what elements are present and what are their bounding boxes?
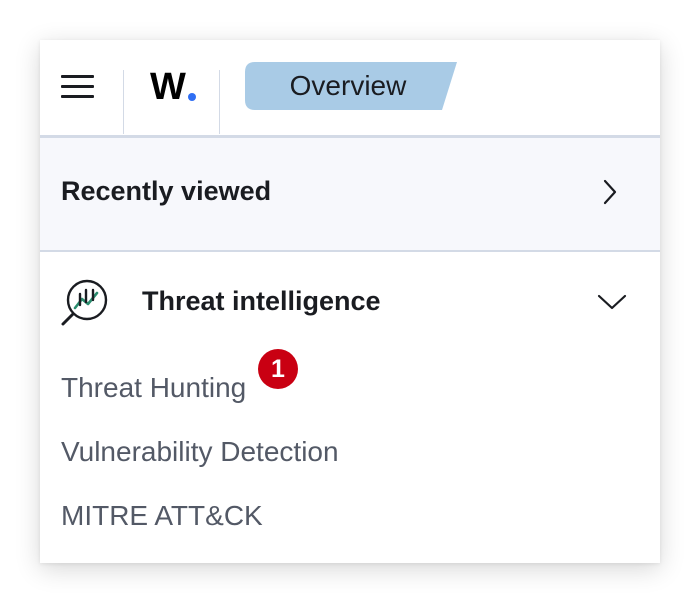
nav-item-label: MITRE ATT&CK xyxy=(61,500,263,531)
wazuh-logo[interactable]: W xyxy=(148,64,198,110)
nav-item-mitre-attack[interactable]: MITRE ATT&CK xyxy=(61,500,263,532)
notification-badge: 1 xyxy=(258,349,298,389)
logo-letter: W xyxy=(150,66,186,108)
recently-viewed-label: Recently viewed xyxy=(61,176,272,206)
threat-intelligence-label: Threat intelligence xyxy=(142,286,381,316)
menu-toggle-button[interactable] xyxy=(52,64,102,110)
chevron-down-icon xyxy=(597,294,627,310)
navigation-panel: W Overview Recently viewed Threat intell… xyxy=(40,40,660,563)
nav-item-threat-hunting[interactable]: Threat Hunting xyxy=(61,372,246,404)
nav-item-label: Threat Hunting xyxy=(61,372,247,403)
recently-viewed-section[interactable]: Recently viewed xyxy=(40,138,660,252)
header-divider xyxy=(123,70,124,134)
threat-intelligence-icon xyxy=(61,279,108,326)
menu-bar xyxy=(61,85,94,88)
logo-dot xyxy=(188,93,196,101)
chevron-right-icon xyxy=(603,179,617,205)
breadcrumb-overview[interactable]: Overview xyxy=(245,62,457,110)
menu-bar xyxy=(61,95,94,98)
menu-bar xyxy=(61,75,94,78)
nav-item-label: Vulnerability Detection xyxy=(61,436,339,467)
threat-intelligence-group[interactable]: Threat intelligence xyxy=(40,254,660,350)
nav-item-vulnerability-detection[interactable]: Vulnerability Detection xyxy=(61,436,339,468)
breadcrumb-label: Overview xyxy=(289,70,407,101)
header-divider xyxy=(219,70,220,134)
nav-header: W Overview xyxy=(40,40,660,138)
